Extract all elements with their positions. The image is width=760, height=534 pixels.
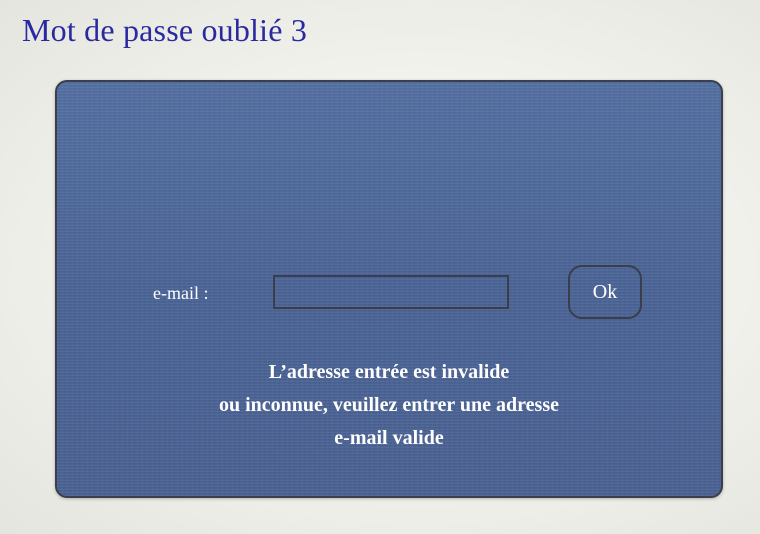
page-title: Mot de passe oublié 3: [22, 12, 308, 48]
error-line-2: ou inconnue, veuillez entrer une adresse: [219, 394, 559, 416]
email-label: e-mail :: [153, 283, 209, 303]
error-line-3: e-mail valide: [334, 427, 444, 449]
error-line-1: L’adresse entrée est invalide: [268, 361, 510, 383]
forgot-password-panel: e-mail : Ok L’adresse entrée est invalid…: [55, 80, 723, 498]
error-message: L’adresse entrée est invalide ou inconnu…: [57, 356, 721, 455]
email-input[interactable]: [273, 275, 509, 309]
ok-button[interactable]: Ok: [568, 265, 642, 319]
